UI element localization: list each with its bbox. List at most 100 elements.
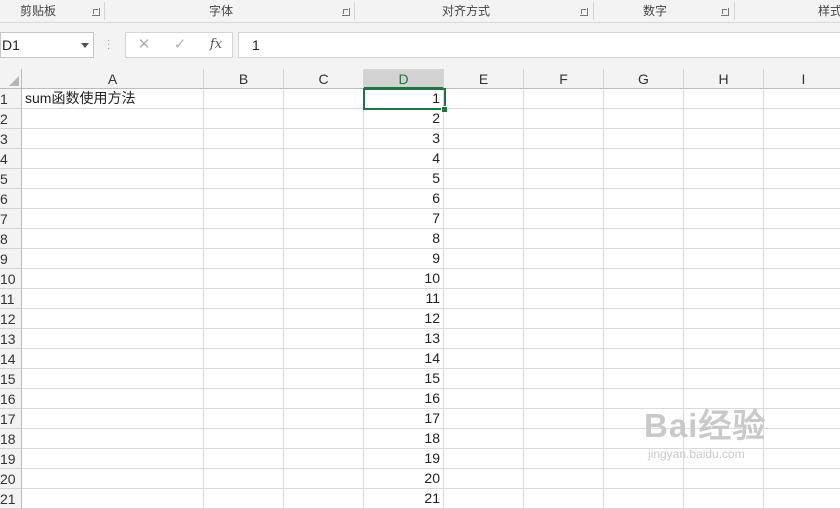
cell-i12[interactable] xyxy=(764,309,840,329)
cell-g14[interactable] xyxy=(604,349,684,369)
cell-e18[interactable] xyxy=(444,429,524,449)
cell-h6[interactable] xyxy=(684,189,764,209)
cell-h20[interactable] xyxy=(684,469,764,489)
cell-a17[interactable] xyxy=(22,409,204,429)
cell-c15[interactable] xyxy=(284,369,364,389)
cell-d21[interactable]: 21 xyxy=(364,489,444,509)
cell-g12[interactable] xyxy=(604,309,684,329)
cell-b10[interactable] xyxy=(204,269,284,289)
cell-e12[interactable] xyxy=(444,309,524,329)
column-header-e[interactable]: E xyxy=(444,69,524,89)
cell-c11[interactable] xyxy=(284,289,364,309)
column-header-f[interactable]: F xyxy=(524,69,604,89)
cell-g4[interactable] xyxy=(604,149,684,169)
cell-d9[interactable]: 9 xyxy=(364,249,444,269)
cell-i16[interactable] xyxy=(764,389,840,409)
cell-g1[interactable] xyxy=(604,89,684,109)
cell-a16[interactable] xyxy=(22,389,204,409)
cell-h3[interactable] xyxy=(684,129,764,149)
cell-f8[interactable] xyxy=(524,229,604,249)
cell-f4[interactable] xyxy=(524,149,604,169)
row-header[interactable]: 6 xyxy=(0,189,22,209)
cell-i11[interactable] xyxy=(764,289,840,309)
cell-e5[interactable] xyxy=(444,169,524,189)
cell-a21[interactable] xyxy=(22,489,204,509)
cell-d10[interactable]: 10 xyxy=(364,269,444,289)
cell-b20[interactable] xyxy=(204,469,284,489)
cell-a1[interactable]: sum函数使用方法 xyxy=(22,89,204,109)
font-dialog-launcher-icon[interactable] xyxy=(342,8,350,16)
cell-c2[interactable] xyxy=(284,109,364,129)
cell-b12[interactable] xyxy=(204,309,284,329)
cell-i3[interactable] xyxy=(764,129,840,149)
cell-e1[interactable] xyxy=(444,89,524,109)
cell-e15[interactable] xyxy=(444,369,524,389)
cell-b19[interactable] xyxy=(204,449,284,469)
cell-a18[interactable] xyxy=(22,429,204,449)
cell-h15[interactable] xyxy=(684,369,764,389)
column-header-c[interactable]: C xyxy=(284,69,364,89)
cell-i9[interactable] xyxy=(764,249,840,269)
cell-i7[interactable] xyxy=(764,209,840,229)
select-all-button[interactable] xyxy=(0,69,22,89)
cell-a10[interactable] xyxy=(22,269,204,289)
cell-b3[interactable] xyxy=(204,129,284,149)
cell-i4[interactable] xyxy=(764,149,840,169)
row-header[interactable]: 2 xyxy=(0,109,22,129)
cell-i20[interactable] xyxy=(764,469,840,489)
cell-c21[interactable] xyxy=(284,489,364,509)
cell-b17[interactable] xyxy=(204,409,284,429)
cell-a20[interactable] xyxy=(22,469,204,489)
cell-e19[interactable] xyxy=(444,449,524,469)
cell-h16[interactable] xyxy=(684,389,764,409)
column-header-g[interactable]: G xyxy=(604,69,684,89)
column-header-a[interactable]: A xyxy=(22,69,204,89)
drag-handle-icon[interactable]: · · · xyxy=(107,36,110,54)
cell-g16[interactable] xyxy=(604,389,684,409)
worksheet-grid[interactable]: ABCDEFGHI 1 sum函数使用方法 1 2 2 3 3 4 4 5 5 6 6 7 7 8 8 9 9 10 1… xyxy=(0,69,840,509)
cell-g19[interactable] xyxy=(604,449,684,469)
cell-a5[interactable] xyxy=(22,169,204,189)
cell-d14[interactable]: 14 xyxy=(364,349,444,369)
cell-h9[interactable] xyxy=(684,249,764,269)
cell-i17[interactable] xyxy=(764,409,840,429)
cell-b8[interactable] xyxy=(204,229,284,249)
cell-h10[interactable] xyxy=(684,269,764,289)
cell-e2[interactable] xyxy=(444,109,524,129)
cell-c13[interactable] xyxy=(284,329,364,349)
cell-d19[interactable]: 19 xyxy=(364,449,444,469)
cell-a13[interactable] xyxy=(22,329,204,349)
cell-c10[interactable] xyxy=(284,269,364,289)
cell-f1[interactable] xyxy=(524,89,604,109)
cell-h4[interactable] xyxy=(684,149,764,169)
cell-f20[interactable] xyxy=(524,469,604,489)
cell-h1[interactable] xyxy=(684,89,764,109)
cell-e17[interactable] xyxy=(444,409,524,429)
cell-c20[interactable] xyxy=(284,469,364,489)
row-header[interactable]: 15 xyxy=(0,369,22,389)
cell-f19[interactable] xyxy=(524,449,604,469)
cell-d18[interactable]: 18 xyxy=(364,429,444,449)
cell-h21[interactable] xyxy=(684,489,764,509)
alignment-dialog-launcher-icon[interactable] xyxy=(580,8,588,16)
cell-e7[interactable] xyxy=(444,209,524,229)
cell-b7[interactable] xyxy=(204,209,284,229)
row-header[interactable]: 3 xyxy=(0,129,22,149)
cell-i18[interactable] xyxy=(764,429,840,449)
cancel-icon[interactable]: ✕ xyxy=(126,33,162,57)
number-dialog-launcher-icon[interactable] xyxy=(721,8,729,16)
cell-c8[interactable] xyxy=(284,229,364,249)
cell-a12[interactable] xyxy=(22,309,204,329)
cell-g18[interactable] xyxy=(604,429,684,449)
cell-c1[interactable] xyxy=(284,89,364,109)
cell-a11[interactable] xyxy=(22,289,204,309)
clipboard-dialog-launcher-icon[interactable] xyxy=(92,8,100,16)
cell-f17[interactable] xyxy=(524,409,604,429)
cell-a8[interactable] xyxy=(22,229,204,249)
cell-h2[interactable] xyxy=(684,109,764,129)
cell-i14[interactable] xyxy=(764,349,840,369)
cell-d11[interactable]: 11 xyxy=(364,289,444,309)
cell-g5[interactable] xyxy=(604,169,684,189)
cell-b1[interactable] xyxy=(204,89,284,109)
cell-h11[interactable] xyxy=(684,289,764,309)
